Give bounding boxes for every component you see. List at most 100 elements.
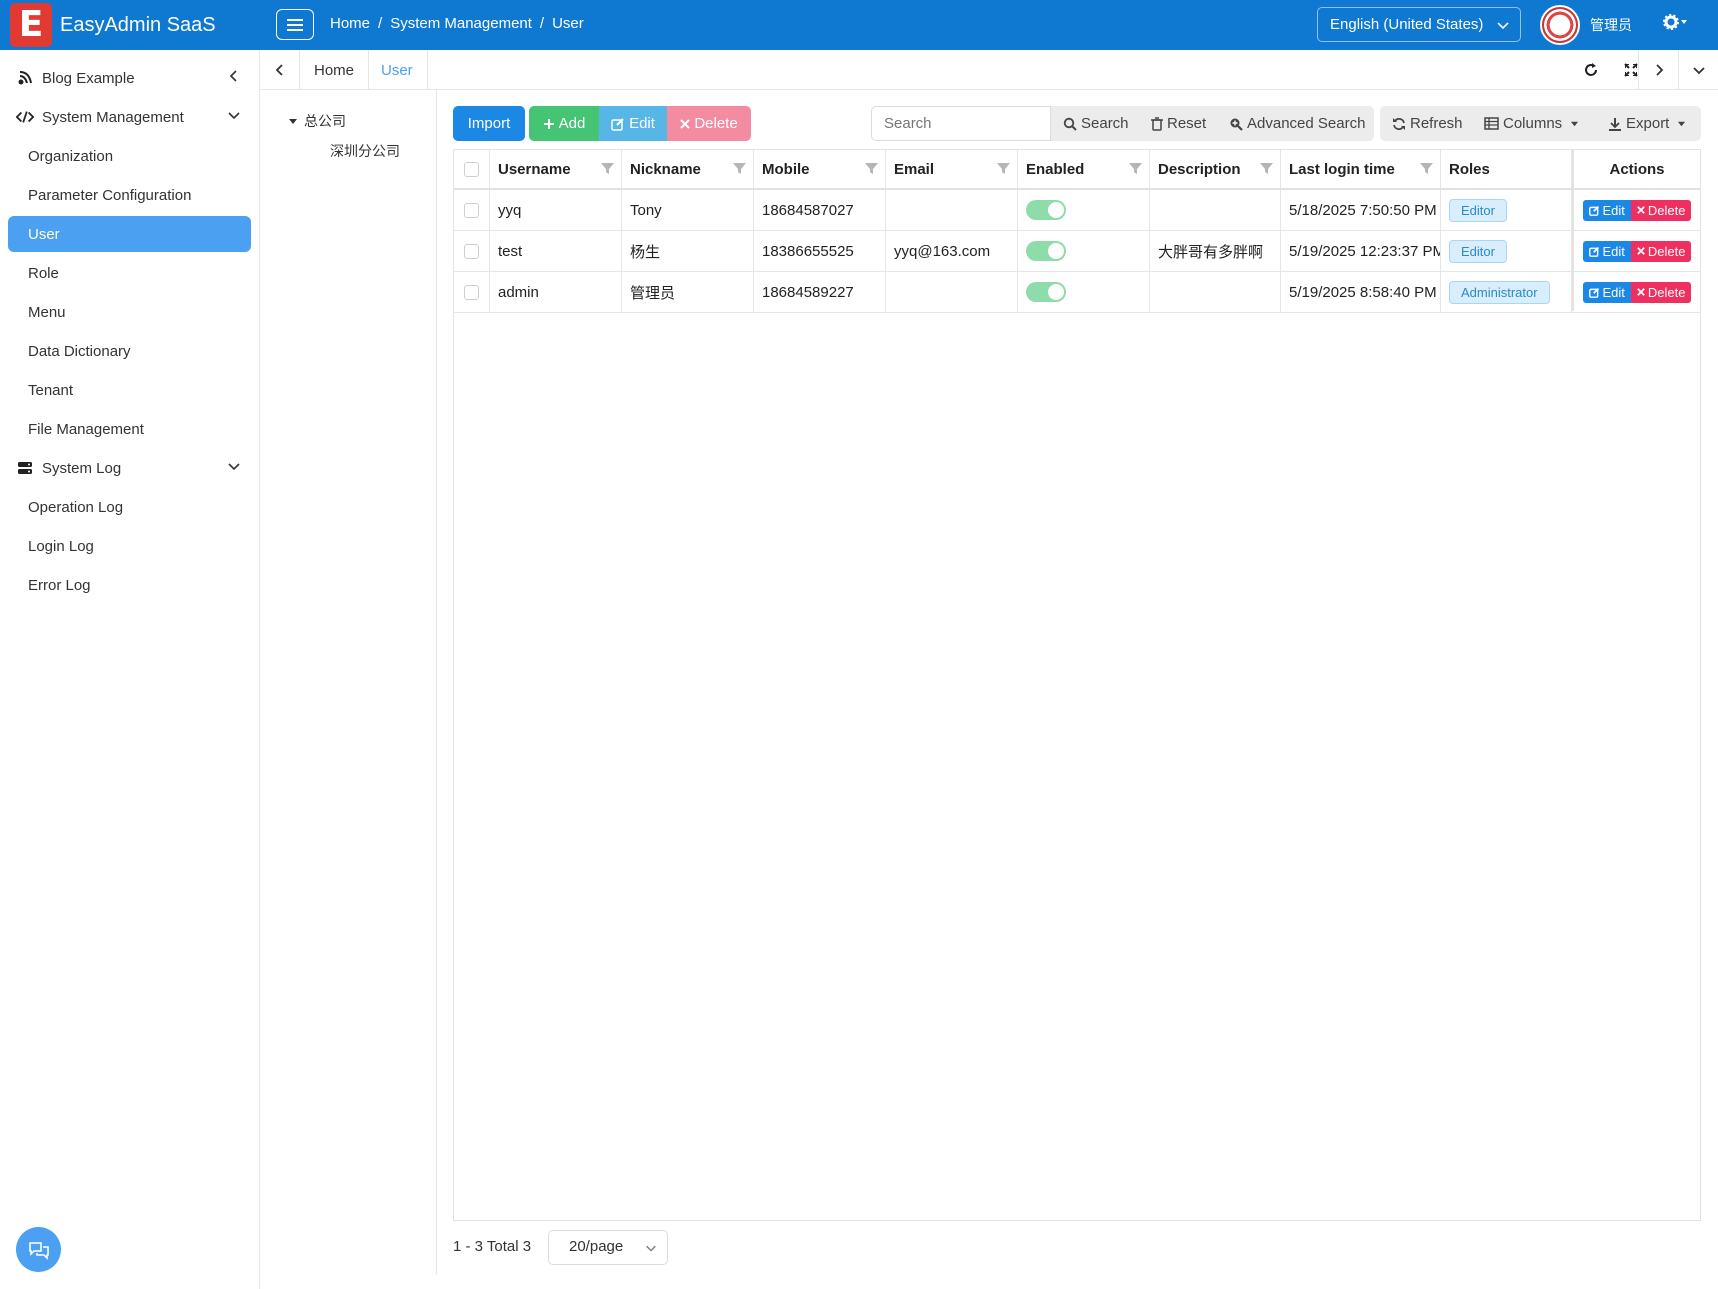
reload-tab-button[interactable] <box>1571 50 1611 90</box>
reset-button[interactable]: Reset <box>1151 106 1206 141</box>
row-edit-button[interactable]: Edit <box>1582 199 1631 221</box>
sidebar-item-login-log[interactable]: Login Log <box>8 528 251 564</box>
sidebar-item-blog-example[interactable]: Blog Example <box>8 60 251 96</box>
breadcrumb-system-management[interactable]: System Management <box>390 15 532 32</box>
sidebar-item-role[interactable]: Role <box>8 255 251 291</box>
menu-toggle-button[interactable] <box>276 9 314 40</box>
row-select-cell <box>454 272 490 312</box>
chat-button[interactable] <box>16 1227 61 1272</box>
search-label: Search <box>1081 115 1129 132</box>
select-all-checkbox[interactable] <box>464 161 479 177</box>
chevron-down-icon <box>1692 67 1705 75</box>
user-avatar[interactable] <box>1540 5 1580 45</box>
filter-icon[interactable] <box>1260 162 1273 175</box>
advanced-search-button[interactable]: Advanced Search <box>1229 106 1365 141</box>
breadcrumb-home[interactable]: Home <box>330 15 370 32</box>
table-row[interactable]: admin 管理员 18684589227 5/19/2025 8:58:40 … <box>454 272 1700 313</box>
close-icon <box>1637 206 1645 214</box>
table-row[interactable]: yyq Tony 18684587027 5/18/2025 7:50:50 P… <box>454 190 1700 231</box>
search-button-group: Search Reset Advanced Search <box>1051 106 1374 141</box>
breadcrumb: Home / System Management / User <box>330 15 584 32</box>
column-header-roles[interactable]: Roles <box>1441 150 1572 188</box>
sidebar-item-user[interactable]: User <box>8 216 251 252</box>
column-header-description[interactable]: Description <box>1150 150 1281 188</box>
row-delete-button[interactable]: Delete <box>1630 240 1692 262</box>
user-name[interactable]: 管理员 <box>1590 15 1632 35</box>
delete-label: Delete <box>694 115 738 132</box>
column-header-email[interactable]: Email <box>886 150 1018 188</box>
tab-home[interactable]: Home <box>300 50 370 90</box>
enabled-toggle[interactable] <box>1026 200 1066 220</box>
columns-button[interactable]: Columns <box>1484 106 1579 141</box>
cell-username: test <box>490 231 622 271</box>
tab-options-button[interactable] <box>1678 50 1718 90</box>
column-header-username[interactable]: Username <box>490 150 622 188</box>
edit-icon <box>1588 205 1599 216</box>
blog-icon <box>18 71 32 85</box>
sidebar-item-organization[interactable]: Organization <box>8 138 251 174</box>
row-checkbox[interactable] <box>464 243 479 259</box>
app-title: EasyAdmin SaaS <box>60 14 216 36</box>
filter-icon[interactable] <box>601 162 614 175</box>
column-title: Nickname <box>630 160 701 178</box>
row-delete-button[interactable]: Delete <box>1630 199 1692 221</box>
row-checkbox[interactable] <box>464 284 479 300</box>
select-all-cell <box>454 150 490 188</box>
settings-menu[interactable] <box>1663 13 1689 36</box>
enabled-toggle[interactable] <box>1026 282 1066 302</box>
column-header-enabled[interactable]: Enabled <box>1018 150 1150 188</box>
app-logo[interactable]: E <box>10 3 52 47</box>
actions-column-divider <box>1572 150 1574 311</box>
filter-icon[interactable] <box>1129 162 1142 175</box>
sidebar-item-label: Tenant <box>28 381 74 399</box>
page-size-select[interactable]: 20/page <box>548 1230 668 1265</box>
cell-email <box>886 272 1018 312</box>
row-checkbox[interactable] <box>464 202 479 218</box>
hamburger-icon <box>287 18 303 31</box>
tab-scroll-right-button[interactable] <box>1638 50 1678 90</box>
enabled-toggle[interactable] <box>1026 241 1066 261</box>
import-button[interactable]: Import <box>453 106 525 141</box>
refresh-button[interactable]: Refresh <box>1392 106 1463 141</box>
export-button[interactable]: Export <box>1608 106 1686 141</box>
sidebar-item-file-management[interactable]: File Management <box>8 411 251 447</box>
column-header-mobile[interactable]: Mobile <box>754 150 886 188</box>
row-edit-button[interactable]: Edit <box>1582 281 1631 303</box>
row-delete-button[interactable]: Delete <box>1630 281 1692 303</box>
add-button[interactable]: Add <box>529 106 599 141</box>
tree-node-root[interactable]: 总公司 <box>288 111 346 131</box>
filter-icon[interactable] <box>997 162 1010 175</box>
cell-mobile: 18386655525 <box>754 231 886 271</box>
tab-scroll-left-button[interactable] <box>260 50 300 90</box>
sidebar-item-menu[interactable]: Menu <box>8 294 251 330</box>
search-button[interactable]: Search <box>1063 106 1129 141</box>
column-header-last-login-time[interactable]: Last login time <box>1281 150 1441 188</box>
column-header-nickname[interactable]: Nickname <box>622 150 754 188</box>
sidebar-item-data-dictionary[interactable]: Data Dictionary <box>8 333 251 369</box>
sidebar-item-parameter-configuration[interactable]: Parameter Configuration <box>8 177 251 213</box>
cell-actions: Edit Delete <box>1574 231 1700 271</box>
tab-user[interactable]: User <box>367 50 428 90</box>
sidebar-item-error-log[interactable]: Error Log <box>8 567 251 603</box>
chevron-down-icon <box>228 112 240 120</box>
sidebar-item-tenant[interactable]: Tenant <box>8 372 251 408</box>
language-select[interactable]: English (United States) <box>1317 7 1521 42</box>
tree-node-child[interactable]: 深圳分公司 <box>330 141 400 161</box>
table-row[interactable]: test 杨生 18386655525 yyq@163.com 大胖哥有多胖啊 … <box>454 231 1700 272</box>
sidebar-item-system-management[interactable]: System Management <box>8 99 251 135</box>
sidebar-item-operation-log[interactable]: Operation Log <box>8 489 251 525</box>
filter-icon[interactable] <box>733 162 746 175</box>
delete-button[interactable]: Delete <box>667 106 751 141</box>
row-edit-button[interactable]: Edit <box>1582 240 1631 262</box>
sidebar-item-system-log[interactable]: System Log <box>8 450 251 486</box>
sidebar-item-label: Organization <box>28 147 114 165</box>
tab-bar: Home User <box>260 50 1718 90</box>
cell-enabled <box>1018 190 1150 230</box>
plus-icon <box>543 118 554 129</box>
filter-icon[interactable] <box>1420 162 1433 175</box>
filter-icon[interactable] <box>865 162 878 175</box>
search-input[interactable] <box>871 106 1051 141</box>
cell-description: 大胖哥有多胖啊 <box>1150 231 1281 271</box>
chat-icon <box>28 1241 49 1260</box>
edit-button[interactable]: Edit <box>599 106 667 141</box>
